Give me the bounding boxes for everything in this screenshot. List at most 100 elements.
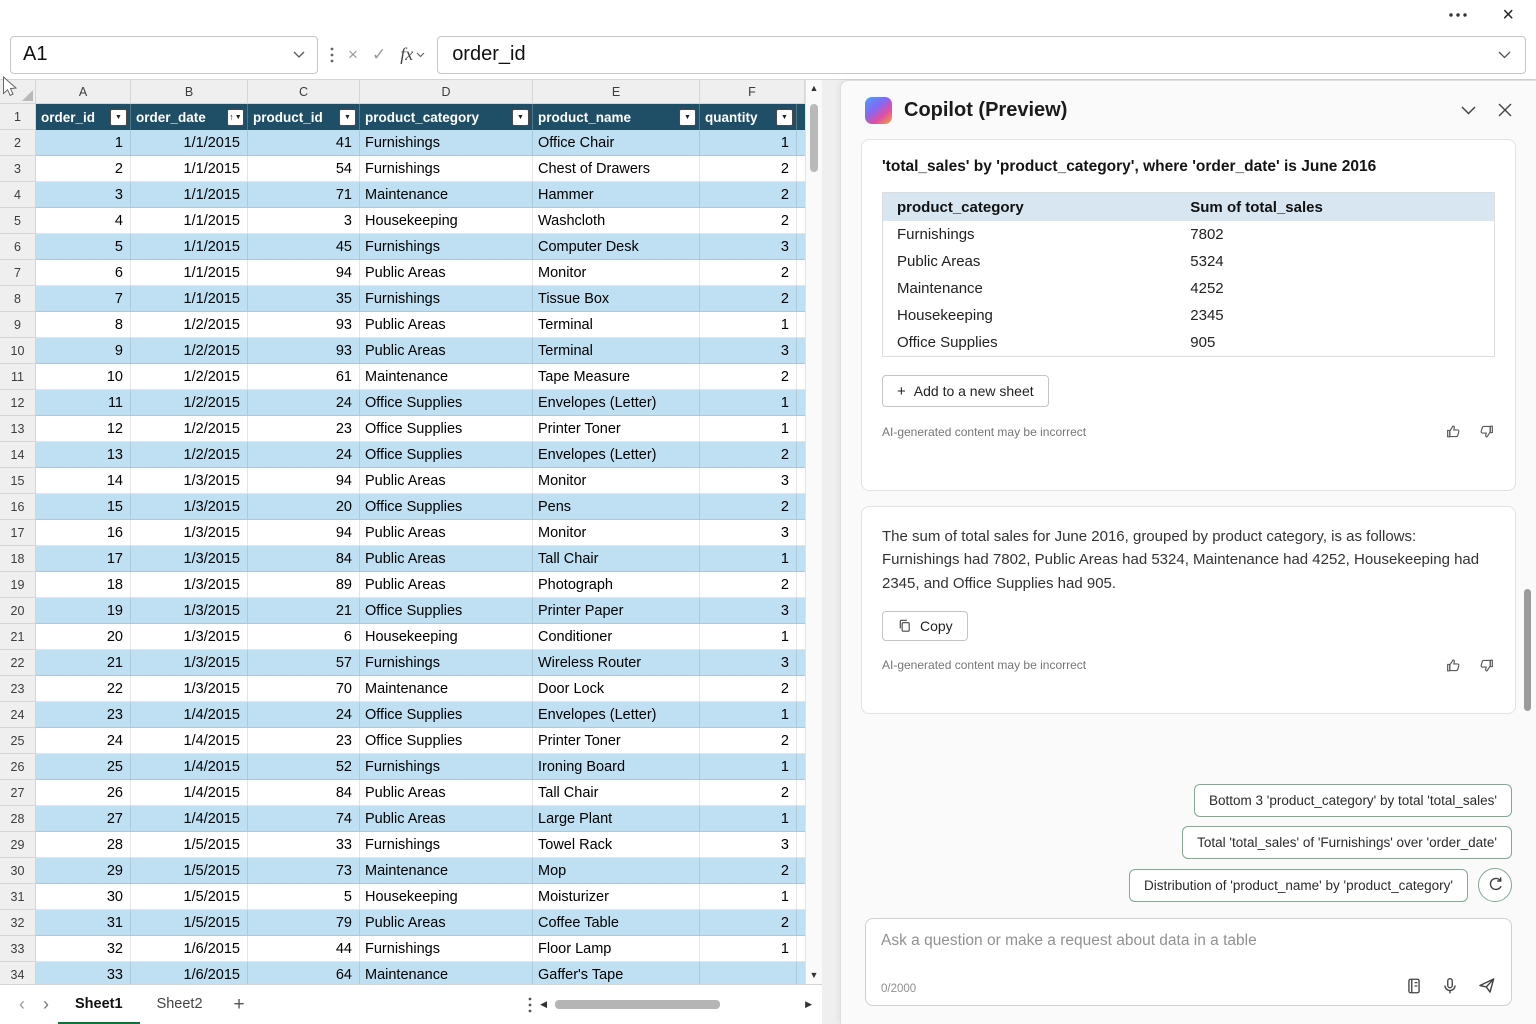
row-header-5[interactable]: 5 xyxy=(0,208,36,234)
row-header-14[interactable]: 14 xyxy=(0,442,36,468)
row-header-32[interactable]: 32 xyxy=(0,910,36,936)
grid-cell[interactable]: Wireless Router xyxy=(533,650,700,676)
grid-cell[interactable]: 3 xyxy=(700,598,797,624)
grid-cell[interactable]: Office Supplies xyxy=(360,416,533,442)
grid-cell[interactable]: 1 xyxy=(700,884,797,910)
row-header-27[interactable]: 27 xyxy=(0,780,36,806)
grid-cell[interactable]: 11 xyxy=(36,390,131,416)
grid-cell[interactable]: Maintenance xyxy=(360,364,533,390)
grid-cell[interactable]: 1/3/2015 xyxy=(131,676,248,702)
grid-cell[interactable]: 33 xyxy=(36,962,131,984)
grid-cell[interactable]: 5 xyxy=(36,234,131,260)
panel-scrollbar-thumb[interactable] xyxy=(1524,589,1531,711)
filter-button-product_category[interactable]: ▼ xyxy=(512,109,529,126)
grid-cell[interactable]: Photograph xyxy=(533,572,700,598)
grid-cell[interactable]: 1 xyxy=(36,130,131,156)
grid-cell[interactable]: 1/3/2015 xyxy=(131,546,248,572)
more-options-button[interactable] xyxy=(1448,3,1468,27)
grid-cell[interactable]: 1/2/2015 xyxy=(131,364,248,390)
grid-cell[interactable]: 54 xyxy=(248,156,360,182)
grid-cell[interactable]: 19 xyxy=(36,598,131,624)
grid-cell[interactable]: 15 xyxy=(36,494,131,520)
grid-cell-overflow[interactable] xyxy=(797,546,805,572)
grid-cell[interactable]: 1/3/2015 xyxy=(131,624,248,650)
grid-cell[interactable]: 2 xyxy=(700,208,797,234)
grid-cell[interactable]: Envelopes (Letter) xyxy=(533,442,700,468)
column-header-E[interactable]: E xyxy=(533,80,700,104)
grid-cell[interactable]: 2 xyxy=(700,858,797,884)
grid-cell[interactable]: 3 xyxy=(700,650,797,676)
grid-cell[interactable]: 24 xyxy=(248,390,360,416)
row-header-6[interactable]: 6 xyxy=(0,234,36,260)
grid-cell-overflow[interactable] xyxy=(797,520,805,546)
grid-cell[interactable]: 14 xyxy=(36,468,131,494)
row-header-7[interactable]: 7 xyxy=(0,260,36,286)
expand-formula-bar-icon[interactable] xyxy=(1498,51,1511,59)
grid-cell[interactable]: 21 xyxy=(248,598,360,624)
send-button[interactable] xyxy=(1477,976,1496,995)
grid-cell[interactable]: Furnishings xyxy=(360,650,533,676)
grid-cell[interactable]: Monitor xyxy=(533,468,700,494)
grid-cell[interactable]: 24 xyxy=(248,442,360,468)
grid-cell[interactable]: Maintenance xyxy=(360,676,533,702)
column-header-C[interactable]: C xyxy=(248,80,360,104)
row-header-21[interactable]: 21 xyxy=(0,624,36,650)
column-header-B[interactable]: B xyxy=(131,80,248,104)
row-header-3[interactable]: 3 xyxy=(0,156,36,182)
column-header-A[interactable]: A xyxy=(36,80,131,104)
grid-cell-overflow[interactable] xyxy=(797,806,805,832)
grid-cell[interactable]: 94 xyxy=(248,260,360,286)
grid-cell[interactable] xyxy=(700,962,797,984)
grid-cell[interactable]: 1/1/2015 xyxy=(131,260,248,286)
grid-cell[interactable]: 3 xyxy=(36,182,131,208)
grid-cell-overflow[interactable] xyxy=(797,832,805,858)
grid-cell-overflow[interactable] xyxy=(797,182,805,208)
row-header-20[interactable]: 20 xyxy=(0,598,36,624)
grid-cell[interactable]: 32 xyxy=(36,936,131,962)
grid-cell-overflow[interactable] xyxy=(797,858,805,884)
grid-cell[interactable]: Public Areas xyxy=(360,312,533,338)
grid-cell-overflow[interactable] xyxy=(797,936,805,962)
row-header-34[interactable]: 34 xyxy=(0,962,36,984)
grid-cell-overflow[interactable] xyxy=(797,598,805,624)
grid-cell[interactable]: 12 xyxy=(36,416,131,442)
row-header-2[interactable]: 2 xyxy=(0,130,36,156)
row-header-19[interactable]: 19 xyxy=(0,572,36,598)
row-header-26[interactable]: 26 xyxy=(0,754,36,780)
grid-cell-overflow[interactable] xyxy=(797,572,805,598)
grid-cell[interactable]: 1/5/2015 xyxy=(131,884,248,910)
grid-cell[interactable]: 33 xyxy=(248,832,360,858)
grid-cell[interactable]: 2 xyxy=(700,494,797,520)
grid-cell-overflow[interactable] xyxy=(797,156,805,182)
grid-cell[interactable]: Furnishings xyxy=(360,832,533,858)
grid-cell-overflow[interactable] xyxy=(797,962,805,984)
chevron-down-icon[interactable] xyxy=(293,51,305,58)
grid-cell[interactable]: 1/1/2015 xyxy=(131,286,248,312)
grid-cell[interactable]: 23 xyxy=(248,728,360,754)
grid-cell[interactable]: 23 xyxy=(36,702,131,728)
grid-cell-overflow[interactable] xyxy=(797,416,805,442)
grid-cell[interactable]: Conditioner xyxy=(533,624,700,650)
grid-cell[interactable]: Monitor xyxy=(533,520,700,546)
grid-cell[interactable]: 4 xyxy=(36,208,131,234)
grid-cell[interactable]: 23 xyxy=(248,416,360,442)
grid-cell[interactable]: Public Areas xyxy=(360,910,533,936)
grid-cell[interactable]: 1/1/2015 xyxy=(131,208,248,234)
grid-cell[interactable]: 2 xyxy=(700,260,797,286)
refresh-suggestions-button[interactable] xyxy=(1478,868,1512,902)
row-header-30[interactable]: 30 xyxy=(0,858,36,884)
grid-cell[interactable]: 1/3/2015 xyxy=(131,572,248,598)
prompt-guide-button[interactable] xyxy=(1405,977,1423,995)
grid-cell[interactable]: Towel Rack xyxy=(533,832,700,858)
thumbs-up-button[interactable] xyxy=(1445,423,1462,440)
grid-cell[interactable]: Chest of Drawers xyxy=(533,156,700,182)
row-header-17[interactable]: 17 xyxy=(0,520,36,546)
sheet-tab-sheet1[interactable]: Sheet1 xyxy=(58,985,140,1024)
row-header-33[interactable]: 33 xyxy=(0,936,36,962)
grid-cell[interactable]: 1/2/2015 xyxy=(131,390,248,416)
grid-cell[interactable]: 1/3/2015 xyxy=(131,494,248,520)
grid-cell[interactable]: 1/4/2015 xyxy=(131,754,248,780)
grid-cell[interactable]: Mop xyxy=(533,858,700,884)
grid-cell[interactable]: 1 xyxy=(700,624,797,650)
grid-cell[interactable]: 2 xyxy=(700,156,797,182)
